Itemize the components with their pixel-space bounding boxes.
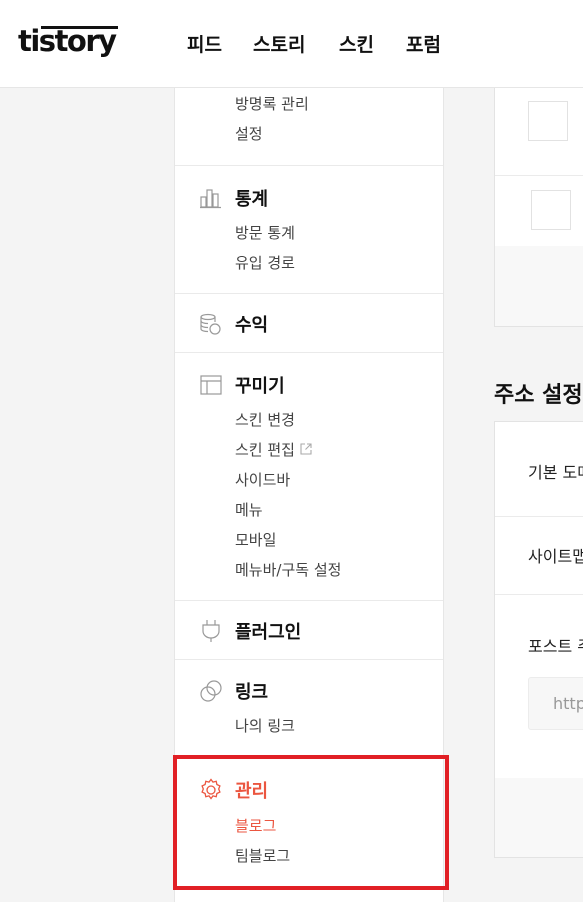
row-default-domain: 기본 도메인: [528, 463, 583, 482]
sidebar-item-referrer[interactable]: 유입 경로: [235, 252, 295, 273]
sidebar-item-skin-edit[interactable]: 스킨 편집: [235, 439, 313, 460]
sidebar-item-settings[interactable]: 설정: [235, 123, 263, 144]
logo-underline: [41, 26, 118, 29]
sidebar-section-decorate: 꾸미기 스킨 변경 스킨 편집 사이드바 메뉴 모바일 메뉴바/구독 설정: [175, 352, 443, 601]
sidebar-section-revenue: 수익: [175, 293, 443, 353]
sidebar-item-mobile[interactable]: 모바일: [235, 529, 276, 550]
sidebar-item-menu[interactable]: 메뉴: [235, 499, 263, 520]
sidebar-item-skin-change[interactable]: 스킨 변경: [235, 409, 295, 430]
layout-icon: [200, 375, 222, 395]
post-address-input-placeholder: https://: [553, 694, 583, 713]
sidebar-item-my-link[interactable]: 나의 링크: [235, 715, 295, 736]
nav-forum[interactable]: 포럼: [406, 30, 441, 57]
card-footer: [495, 246, 583, 326]
sidebar-item-visit-stats[interactable]: 방문 통계: [235, 222, 295, 243]
plug-icon: [202, 620, 220, 642]
image-placeholder[interactable]: [531, 190, 571, 230]
divider: [495, 594, 583, 595]
coins-icon: [200, 313, 221, 335]
top-header: tistory 피드 스토리 스킨 포럼: [0, 0, 583, 88]
nav-feed[interactable]: 피드: [187, 30, 222, 57]
sidebar-title-decorate[interactable]: 꾸미기: [235, 372, 285, 398]
row-post-address: 포스트 주소: [528, 637, 583, 656]
card-footer: [495, 778, 583, 857]
tistory-logo[interactable]: tistory: [18, 24, 117, 58]
sidebar-title-stats[interactable]: 통계: [235, 185, 268, 211]
sidebar-item-menubar-subscribe[interactable]: 메뉴바/구독 설정: [235, 559, 341, 580]
address-settings-card: 기본 도메인 사이트맵 포스트 주소 https://: [494, 421, 583, 858]
image-placeholder[interactable]: [528, 101, 568, 141]
external-link-icon: [300, 443, 312, 455]
bar-chart-icon: [200, 189, 221, 209]
nav-skin[interactable]: 스킨: [339, 30, 374, 57]
sidebar-title-link[interactable]: 링크: [235, 678, 268, 704]
highlight-box: [173, 755, 449, 890]
link-icon: [200, 680, 222, 702]
post-address-input[interactable]: https://: [528, 677, 583, 730]
sidebar-section-link: 링크 나의 링크: [175, 659, 443, 757]
sidebar-item-sidebar[interactable]: 사이드바: [235, 469, 290, 490]
sidebar-title-plugin[interactable]: 플러그인: [235, 618, 301, 644]
row-sitemap: 사이트맵: [528, 547, 583, 566]
sidebar-section-plugin: 플러그인: [175, 600, 443, 660]
divider: [495, 175, 583, 176]
nav-story[interactable]: 스토리: [253, 30, 305, 57]
sidebar-title-revenue[interactable]: 수익: [235, 311, 268, 337]
address-settings-title: 주소 설정: [494, 383, 583, 408]
sidebar-item-skin-edit-label: 스킨 편집: [235, 441, 295, 459]
sidebar-section-stats: 통계 방문 통계 유입 경로: [175, 165, 443, 294]
divider: [495, 516, 583, 517]
content-card-top: [494, 88, 583, 327]
sidebar-item-guestbook[interactable]: 방명록 관리: [235, 93, 309, 114]
